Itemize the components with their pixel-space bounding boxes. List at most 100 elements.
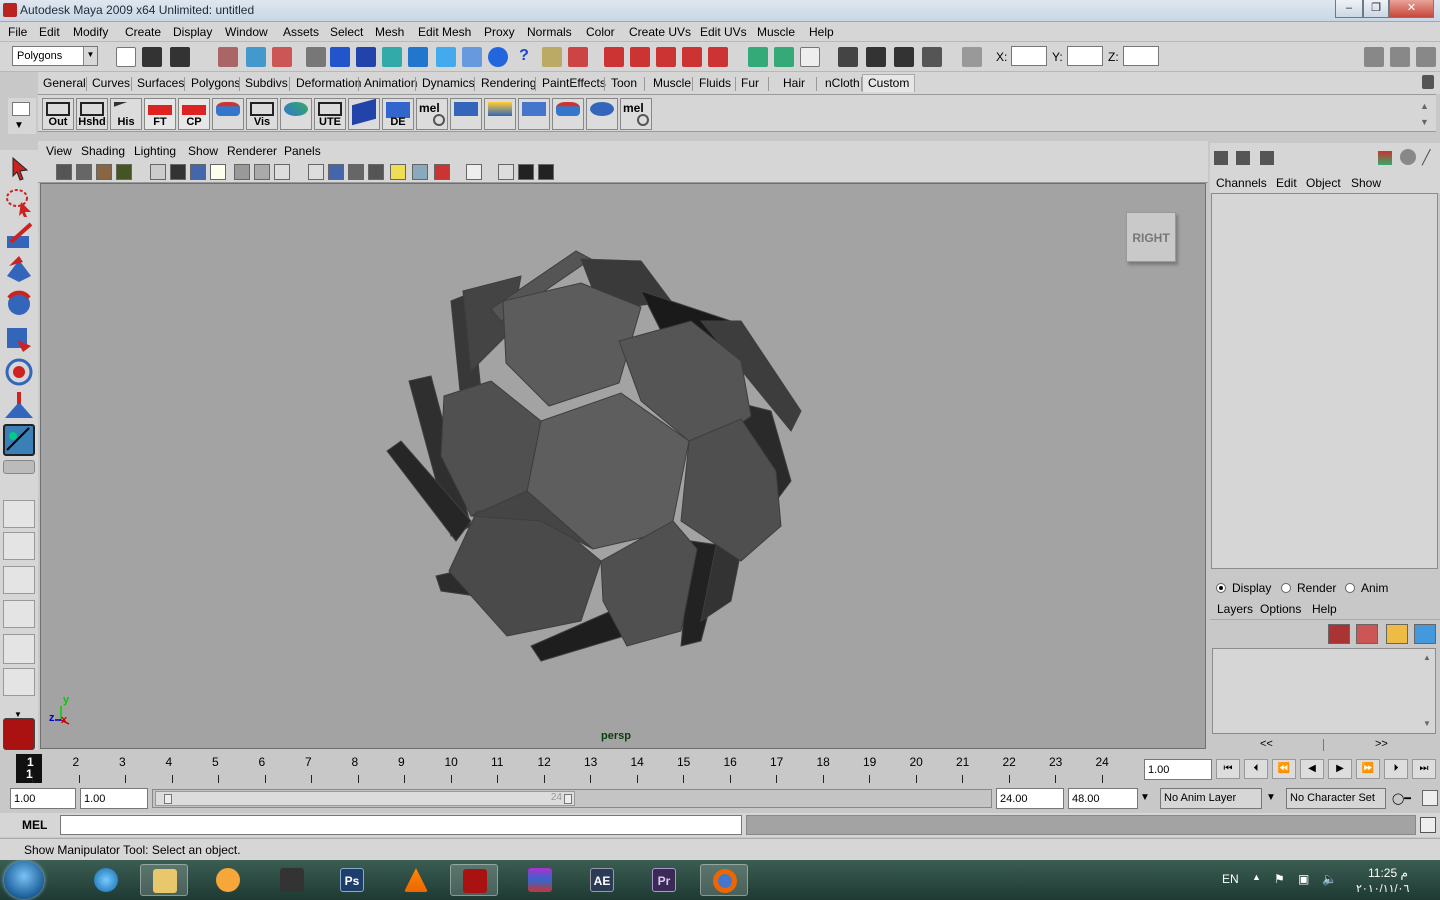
render-frame-icon[interactable] [866, 47, 886, 67]
mesh-object[interactable] [41, 184, 1206, 749]
x-field[interactable] [1011, 46, 1047, 66]
last-tool-slot[interactable] [3, 460, 35, 474]
layer-list[interactable]: ▲ ▼ [1212, 648, 1436, 734]
taskbar-maya[interactable] [450, 864, 498, 896]
move-layer-down-icon[interactable] [1356, 624, 1378, 644]
shelf-button-curve[interactable] [280, 98, 312, 130]
safe-action-icon[interactable] [254, 164, 270, 180]
save-scene-icon[interactable] [170, 47, 190, 67]
shelf-button-uv-2[interactable] [484, 98, 516, 130]
select-tool-icon[interactable] [3, 152, 35, 184]
shelf-button-mel-2[interactable]: mel [620, 98, 652, 130]
shelf-button-uv-1[interactable] [450, 98, 482, 130]
highlight-selection-icon[interactable] [568, 47, 588, 67]
attribute-editor-icon[interactable] [1364, 47, 1384, 67]
taskbar-windows-explorer[interactable] [140, 864, 188, 896]
layer-editor-icon[interactable] [1236, 151, 1250, 165]
layer-scroll-up-icon[interactable]: ▲ [1423, 653, 1431, 662]
panel-menu-lighting[interactable]: Lighting [134, 144, 176, 158]
use-all-lights-icon[interactable] [390, 164, 406, 180]
shelf-scroll-up-icon[interactable]: ▲ [1420, 101, 1429, 111]
show-hidden-icons-icon[interactable]: ▲ [1252, 872, 1261, 882]
menu-proxy[interactable]: Proxy [484, 25, 515, 39]
panel-menu-renderer[interactable]: Renderer [227, 144, 277, 158]
tab-general[interactable]: General [43, 76, 86, 90]
joints-mask-icon[interactable] [356, 47, 376, 67]
menu-mesh[interactable]: Mesh [375, 25, 404, 39]
scroll-right-button[interactable]: >> [1375, 738, 1388, 750]
maximize-button[interactable]: ❐ [1363, 0, 1389, 18]
perspective-viewport[interactable]: RIGHT y x z persp [40, 183, 1206, 749]
snap-point-icon[interactable] [656, 47, 676, 67]
new-scene-icon[interactable] [116, 47, 136, 67]
tool-settings-icon[interactable] [1390, 47, 1410, 67]
output-ops-icon[interactable] [774, 47, 794, 67]
menu-create-uvs[interactable]: Create UVs [629, 25, 691, 39]
shading-ball-icon[interactable] [1400, 149, 1416, 165]
lock-selection-icon[interactable] [542, 47, 562, 67]
deformations-mask-icon[interactable] [436, 47, 456, 67]
menu-help[interactable]: Help [809, 25, 834, 39]
range-slider-handle[interactable]: 24 [155, 791, 575, 806]
step-forward-key-icon[interactable]: ⏩ [1356, 759, 1380, 779]
channel-layer-icon[interactable] [1260, 151, 1274, 165]
shelf-button-cp[interactable]: CP [178, 98, 210, 130]
shelf-button-de[interactable]: DE [382, 98, 414, 130]
taskbar-photoshop[interactable]: Ps [328, 864, 376, 896]
menu-edit[interactable]: Edit [39, 25, 60, 39]
shelf-button-plane-2[interactable] [552, 98, 584, 130]
menu-window[interactable]: Window [225, 25, 268, 39]
go-to-end-icon[interactable]: ⏭ [1412, 759, 1436, 779]
hypershade-persp-layout-icon[interactable] [3, 634, 35, 664]
step-back-frame-icon[interactable]: ⏴ [1244, 759, 1268, 779]
tab-toon[interactable]: Toon [611, 76, 637, 90]
layer-menu-options[interactable]: Options [1260, 602, 1301, 616]
play-forward-icon[interactable]: ▶ [1328, 759, 1352, 779]
resolution-gate-icon[interactable] [190, 164, 206, 180]
taskbar-winrar[interactable] [516, 864, 564, 896]
snap-view-plane-icon[interactable] [682, 47, 702, 67]
character-set-arrow-icon[interactable]: ▼ [1266, 792, 1276, 803]
tab-custom[interactable]: Custom [862, 74, 916, 92]
render-settings-icon[interactable] [922, 47, 942, 67]
taskbar-premiere[interactable]: Pr [640, 864, 688, 896]
smooth-shade-icon[interactable] [328, 164, 344, 180]
range-end-grip-icon[interactable] [564, 794, 572, 804]
playback-start-field[interactable] [80, 788, 148, 809]
step-forward-frame-icon[interactable]: ⏵ [1384, 759, 1408, 779]
cb-menu-object[interactable]: Object [1306, 176, 1341, 190]
go-to-start-icon[interactable]: ⏮ [1216, 759, 1240, 779]
select-hierarchy-icon[interactable] [218, 47, 238, 67]
tab-surfaces[interactable]: Surfaces [137, 76, 184, 90]
layer-scroll-down-icon[interactable]: ▼ [1423, 719, 1431, 728]
soft-modification-tool-icon[interactable] [3, 390, 35, 422]
layer-menu-help[interactable]: Help [1312, 602, 1337, 616]
current-time-field[interactable] [1144, 759, 1212, 780]
cb-menu-edit[interactable]: Edit [1276, 176, 1297, 190]
manipulator-icon[interactable] [1378, 151, 1392, 165]
tab-subdivs[interactable]: Subdivs [245, 76, 288, 90]
menu-edit-mesh[interactable]: Edit Mesh [418, 25, 471, 39]
menu-create[interactable]: Create [125, 25, 161, 39]
hardware-texturing-icon[interactable] [434, 164, 450, 180]
shelf-button-hshd[interactable]: Hshd [76, 98, 108, 130]
anim-layer-dropdown[interactable]: No Anim Layer [1160, 788, 1262, 809]
anim-radio[interactable] [1345, 583, 1355, 593]
shelf-button-out[interactable]: Out [42, 98, 74, 130]
show-manipulator-tool-icon[interactable] [3, 424, 35, 456]
high-quality-icon[interactable] [538, 164, 554, 180]
close-button[interactable]: ✕ [1389, 0, 1434, 18]
tab-deformation[interactable]: Deformation [296, 76, 361, 90]
single-perspective-layout-icon[interactable] [3, 500, 35, 528]
trash-icon[interactable] [1422, 75, 1434, 89]
character-set-dropdown[interactable]: No Character Set [1286, 788, 1386, 809]
animation-preferences-icon[interactable] [1422, 790, 1438, 806]
menu-file[interactable]: File [8, 25, 27, 39]
xray-icon[interactable] [498, 164, 514, 180]
four-view-layout-icon[interactable] [3, 532, 35, 560]
rendering-mask-icon[interactable] [488, 47, 508, 67]
shelf-button-ute[interactable]: UTE [314, 98, 346, 130]
scroll-left-button[interactable]: << [1260, 738, 1273, 750]
misc-mask-icon[interactable]: ? [514, 47, 534, 67]
range-start-grip-icon[interactable] [164, 794, 172, 804]
